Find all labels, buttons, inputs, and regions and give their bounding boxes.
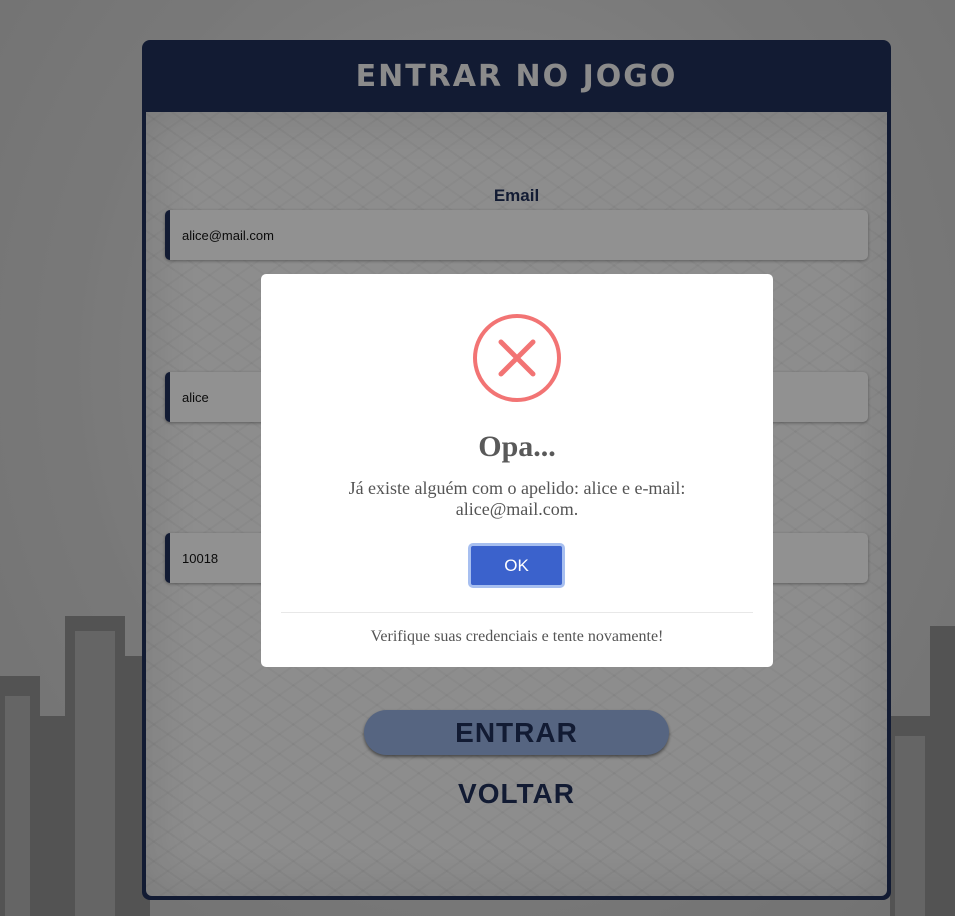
error-dialog: Opa... Já existe alguém com o apelido: a… — [261, 274, 773, 667]
dialog-footer: Verifique suas credenciais e tente novam… — [370, 628, 664, 645]
error-x-icon — [473, 314, 561, 402]
dialog-message: Já existe alguém com o apelido: alice e … — [348, 478, 686, 519]
dialog-title: Opa... — [478, 430, 556, 463]
dialog-divider — [281, 612, 753, 613]
ok-button[interactable]: OK — [468, 543, 565, 588]
